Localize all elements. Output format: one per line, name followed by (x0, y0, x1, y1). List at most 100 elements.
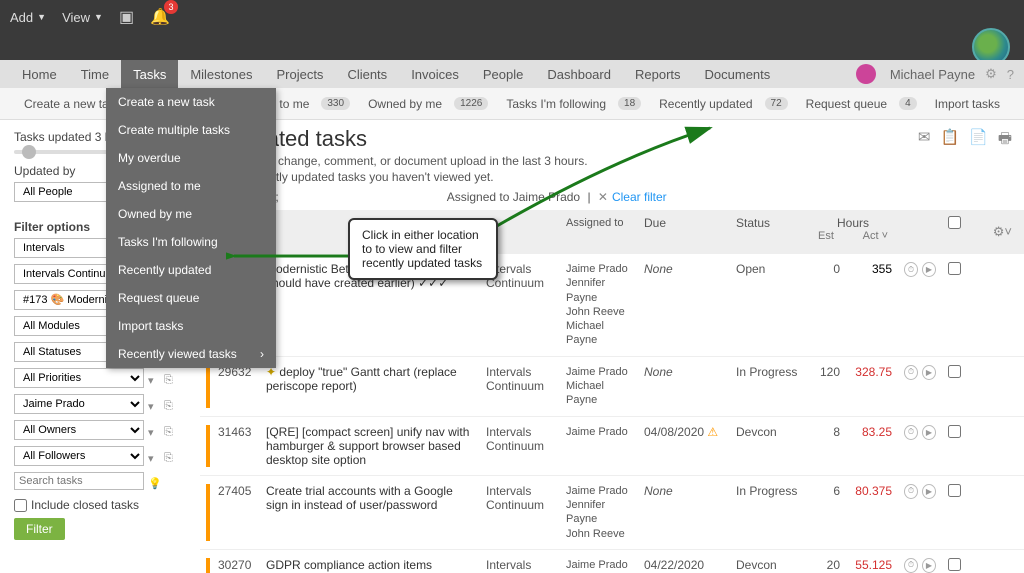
include-closed-check[interactable] (14, 499, 27, 512)
nav-documents[interactable]: Documents (693, 60, 783, 88)
filter-button[interactable]: Filter (14, 518, 65, 540)
clear-filter-link[interactable]: Clear filter (612, 190, 667, 204)
clear-filter-x[interactable]: ✕ (598, 190, 608, 204)
filter-select-6[interactable]: Jaime Prado (14, 394, 144, 414)
filter-select-7[interactable]: All Owners (14, 420, 144, 440)
main-panel: ly updated tasks had a recent change, co… (200, 120, 1024, 573)
page-action-icons: ✉ 📋 📄 🖶 (918, 128, 1012, 153)
filter-select-8[interactable]: All Followers (14, 446, 144, 466)
gear-icon[interactable]: ⚙ (985, 66, 997, 82)
row-check[interactable] (948, 262, 961, 275)
timer-icon[interactable]: ⏱ (904, 484, 918, 499)
nav-time[interactable]: Time (69, 60, 121, 88)
notif-badge: 3 (164, 0, 178, 14)
nav-people[interactable]: People (471, 60, 535, 88)
page-desc1: had a recent change, comment, or documen… (200, 154, 1024, 168)
filter-assigned: Assigned to Jaime Prado (447, 190, 580, 204)
nav-reports[interactable]: Reports (623, 60, 693, 88)
avatar[interactable] (856, 64, 876, 84)
dd-assigned[interactable]: Assigned to me (106, 172, 276, 200)
dd-import[interactable]: Import tasks (106, 312, 276, 340)
row-check[interactable] (948, 425, 961, 438)
select-all-check[interactable] (948, 216, 961, 229)
main-nav: Home Time Tasks Milestones Projects Clie… (0, 60, 1024, 88)
updated-slider[interactable] (14, 150, 114, 154)
inbox-icon[interactable]: ▣ (119, 6, 134, 28)
warn-icon: ⚠ (707, 425, 718, 439)
search-input[interactable] (14, 472, 144, 490)
row-check[interactable] (948, 484, 961, 497)
play-icon[interactable]: ▶ (922, 484, 936, 499)
help-icon[interactable]: ? (1007, 67, 1014, 82)
table-row[interactable]: 31463[QRE] [compact screen] unify nav wi… (200, 417, 1024, 476)
following-count: 18 (618, 97, 641, 110)
tasks-dropdown: Create a new task Create multiple tasks … (106, 88, 276, 368)
dd-following[interactable]: Tasks I'm following (106, 228, 276, 256)
subnav-import[interactable]: Import tasks (929, 97, 1006, 111)
copy-icon[interactable]: ⎘ (164, 374, 176, 386)
play-icon[interactable]: ▶ (922, 425, 936, 440)
timer-icon[interactable]: ⏱ (904, 262, 918, 277)
recent-count: 72 (765, 97, 788, 110)
nav-dashboard[interactable]: Dashboard (535, 60, 623, 88)
copy-icon[interactable]: ⎘ (164, 452, 176, 464)
dd-recent[interactable]: Recently updated (106, 256, 276, 284)
doc-icon[interactable]: 📄 (969, 128, 988, 153)
filter-summary: s Continuum; Assigned to Jaime Prado | ✕… (200, 184, 1024, 210)
page-title: ly updated tasks (200, 126, 1024, 152)
play-icon[interactable]: ▶ (922, 262, 936, 277)
expand-icon[interactable]: ▾ (148, 452, 160, 464)
mail-icon[interactable]: ✉ (918, 128, 931, 153)
nav-tasks[interactable]: Tasks (121, 60, 178, 88)
view-menu[interactable]: View▼ (62, 6, 103, 28)
table-row[interactable]: 29632✦ deploy "true" Gantt chart (replac… (200, 357, 1024, 417)
page-desc2: ● otes recently updated tasks you haven'… (200, 168, 1024, 184)
table-settings-icon[interactable]: ⚙˅ (993, 224, 1012, 240)
dd-owned[interactable]: Owned by me (106, 200, 276, 228)
nav-projects[interactable]: Projects (264, 60, 335, 88)
bell-icon[interactable]: 🔔3 (150, 6, 170, 28)
copy-icon[interactable]: ⎘ (164, 400, 176, 412)
subnav-owned[interactable]: Owned by me (362, 97, 448, 111)
owned-count: 1226 (454, 97, 488, 110)
dd-create-multi[interactable]: Create multiple tasks (106, 116, 276, 144)
row-check[interactable] (948, 365, 961, 378)
copy-icon[interactable]: ⎘ (164, 426, 176, 438)
timer-icon[interactable]: ⏱ (904, 365, 918, 380)
include-closed-label: Include closed tasks (31, 498, 139, 512)
play-icon[interactable]: ▶ (922, 365, 936, 380)
bulb-icon[interactable]: 💡 (148, 477, 160, 489)
table-row[interactable]: Modernistic Beta patches syncs, QA, shou… (200, 254, 1024, 357)
top-bar: Add▼ View▼ ▣ 🔔3 (0, 0, 1024, 60)
table-row[interactable]: 27405Create trial accounts with a Google… (200, 476, 1024, 550)
timer-icon[interactable]: ⏱ (904, 425, 918, 440)
table-row[interactable]: 30270GDPR compliance action itemsInterva… (200, 550, 1024, 573)
play-icon[interactable]: ▶ (922, 558, 936, 573)
expand-icon[interactable]: ▾ (148, 400, 160, 412)
nav-milestones[interactable]: Milestones (178, 60, 264, 88)
user-name[interactable]: Michael Payne (890, 67, 975, 82)
queue-count: 4 (899, 97, 917, 110)
assigned-count: 330 (321, 97, 350, 110)
tasks-table: ct Assigned to Due Status Hours EstAct ˅… (200, 210, 1024, 573)
tooltip-callout: Click in either location to to view and … (348, 218, 498, 280)
expand-icon[interactable]: ▾ (148, 374, 160, 386)
filter-select-5[interactable]: All Priorities (14, 368, 144, 388)
expand-icon[interactable]: ▾ (148, 426, 160, 438)
nav-home[interactable]: Home (10, 60, 69, 88)
timer-icon[interactable]: ⏱ (904, 558, 918, 573)
row-check[interactable] (948, 558, 961, 571)
dd-viewed[interactable]: Recently viewed tasks› (106, 340, 276, 368)
dd-queue[interactable]: Request queue (106, 284, 276, 312)
add-menu[interactable]: Add▼ (10, 6, 46, 28)
copy-icon[interactable]: 📋 (940, 128, 959, 153)
print-icon[interactable]: 🖶 (998, 128, 1012, 153)
nav-clients[interactable]: Clients (335, 60, 399, 88)
chevron-right-icon: › (260, 347, 264, 361)
subnav-queue[interactable]: Request queue (800, 97, 893, 111)
nav-invoices[interactable]: Invoices (399, 60, 471, 88)
subnav-following[interactable]: Tasks I'm following (500, 97, 612, 111)
subnav-recent[interactable]: Recently updated (653, 97, 758, 111)
dd-create[interactable]: Create a new task (106, 88, 276, 116)
dd-overdue[interactable]: My overdue (106, 144, 276, 172)
